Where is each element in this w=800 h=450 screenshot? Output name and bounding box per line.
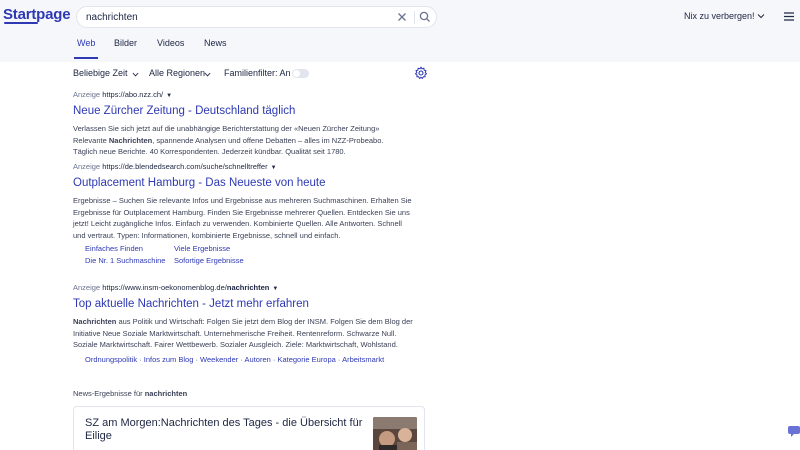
result-url[interactable]: https://de.blendedsearch.com/suche/schne…: [102, 162, 267, 171]
news-photo: [373, 417, 417, 450]
result-description: Nachrichten aus Politik und Wirtschaft: …: [73, 317, 413, 350]
result-title[interactable]: Top aktuelle Nachrichten - Jetzt mehr er…: [73, 297, 413, 312]
result-links[interactable]: Ordnungspolitik · Infos zum Blog · Weeke…: [73, 354, 413, 365]
sitelink[interactable]: Die Nr. 1 Suchmaschine: [85, 255, 165, 267]
chevron-down-icon[interactable]: [132, 72, 139, 77]
chevron-down-icon[interactable]: [204, 72, 211, 77]
tab-web[interactable]: Web: [77, 38, 95, 48]
sitelinks: Einfaches Finden Viele Ergebnisse Die Nr…: [73, 243, 413, 267]
active-tab-indicator: [74, 57, 98, 59]
caret-down-icon[interactable]: ▼: [166, 93, 172, 99]
result-title[interactable]: Outplacement Hamburg - Das Neueste von h…: [73, 176, 413, 191]
privacy-menu[interactable]: Nix zu verbergen!: [684, 11, 755, 21]
region-filter[interactable]: Alle Regionen: [149, 68, 205, 78]
search-result: Anzeige https://www.insm-oekonomenblog.d…: [73, 283, 413, 365]
description-line: Verlassen Sie sich jetzt auf die unabhän…: [73, 124, 380, 133]
search-result: Anzeige https://abo.nzz.ch/▼ Neue Zürche…: [73, 90, 413, 158]
news-card[interactable]: SZ am Morgen:Nachrichten des Tages - die…: [73, 406, 425, 450]
result-url-line: Anzeige https://abo.nzz.ch/▼: [73, 90, 413, 100]
chevron-down-icon[interactable]: [757, 13, 765, 19]
family-filter-label: Familienfilter: An: [224, 68, 291, 78]
search-icon[interactable]: [418, 10, 432, 24]
sitelink[interactable]: Einfaches Finden: [85, 243, 143, 255]
news-heading: News-Ergebnisse für nachrichten: [73, 389, 188, 398]
search-box[interactable]: [76, 6, 437, 28]
tab-videos[interactable]: Videos: [157, 38, 184, 48]
logo-underline: [4, 22, 38, 24]
description-line: Täglich neue Berichte. 40 Korrespondente…: [73, 147, 346, 157]
ad-label: Anzeige: [73, 283, 101, 292]
startpage-logo[interactable]: Startpage: [3, 6, 71, 23]
tab-news[interactable]: News: [204, 38, 227, 48]
result-title[interactable]: Neue Zürcher Zeitung - Deutschland tägli…: [73, 104, 413, 119]
search-divider: [414, 11, 415, 24]
result-description: Ergebnisse – Suchen Sie relevante Infos …: [73, 196, 412, 240]
time-filter[interactable]: Beliebige Zeit: [73, 68, 128, 78]
result-url[interactable]: https://abo.nzz.ch/: [102, 90, 163, 99]
news-thumbnail[interactable]: [373, 417, 417, 450]
result-url-line: Anzeige https://www.insm-oekonomenblog.d…: [73, 283, 413, 293]
toggle-knob: [293, 70, 300, 77]
close-icon[interactable]: [395, 10, 409, 24]
search-input[interactable]: [86, 10, 386, 25]
gear-icon[interactable]: [414, 66, 428, 80]
news-title[interactable]: SZ am Morgen:Nachrichten des Tages - die…: [85, 417, 367, 443]
tab-bilder[interactable]: Bilder: [114, 38, 137, 48]
search-result: Anzeige https://de.blendedsearch.com/suc…: [73, 162, 413, 267]
sitelink[interactable]: Sofortige Ergebnisse: [174, 255, 244, 267]
caret-down-icon[interactable]: ▼: [272, 286, 278, 292]
caret-down-icon[interactable]: ▼: [271, 165, 277, 171]
result-url-line: Anzeige https://de.blendedsearch.com/suc…: [73, 162, 413, 172]
family-filter-toggle[interactable]: [292, 69, 309, 78]
result-url[interactable]: https://www.insm-oekonomenblog.de/nachri…: [102, 283, 269, 292]
ad-label: Anzeige: [73, 162, 101, 171]
hamburger-menu-icon[interactable]: [784, 12, 794, 21]
chat-icon[interactable]: [788, 425, 800, 437]
description-line: Relevante Nachrichten, spannende Analyse…: [73, 135, 384, 145]
sitelink[interactable]: Viele Ergebnisse: [174, 243, 230, 255]
result-description: Verlassen Sie sich jetzt auf die unabhän…: [73, 123, 413, 158]
ad-label: Anzeige: [73, 90, 101, 99]
